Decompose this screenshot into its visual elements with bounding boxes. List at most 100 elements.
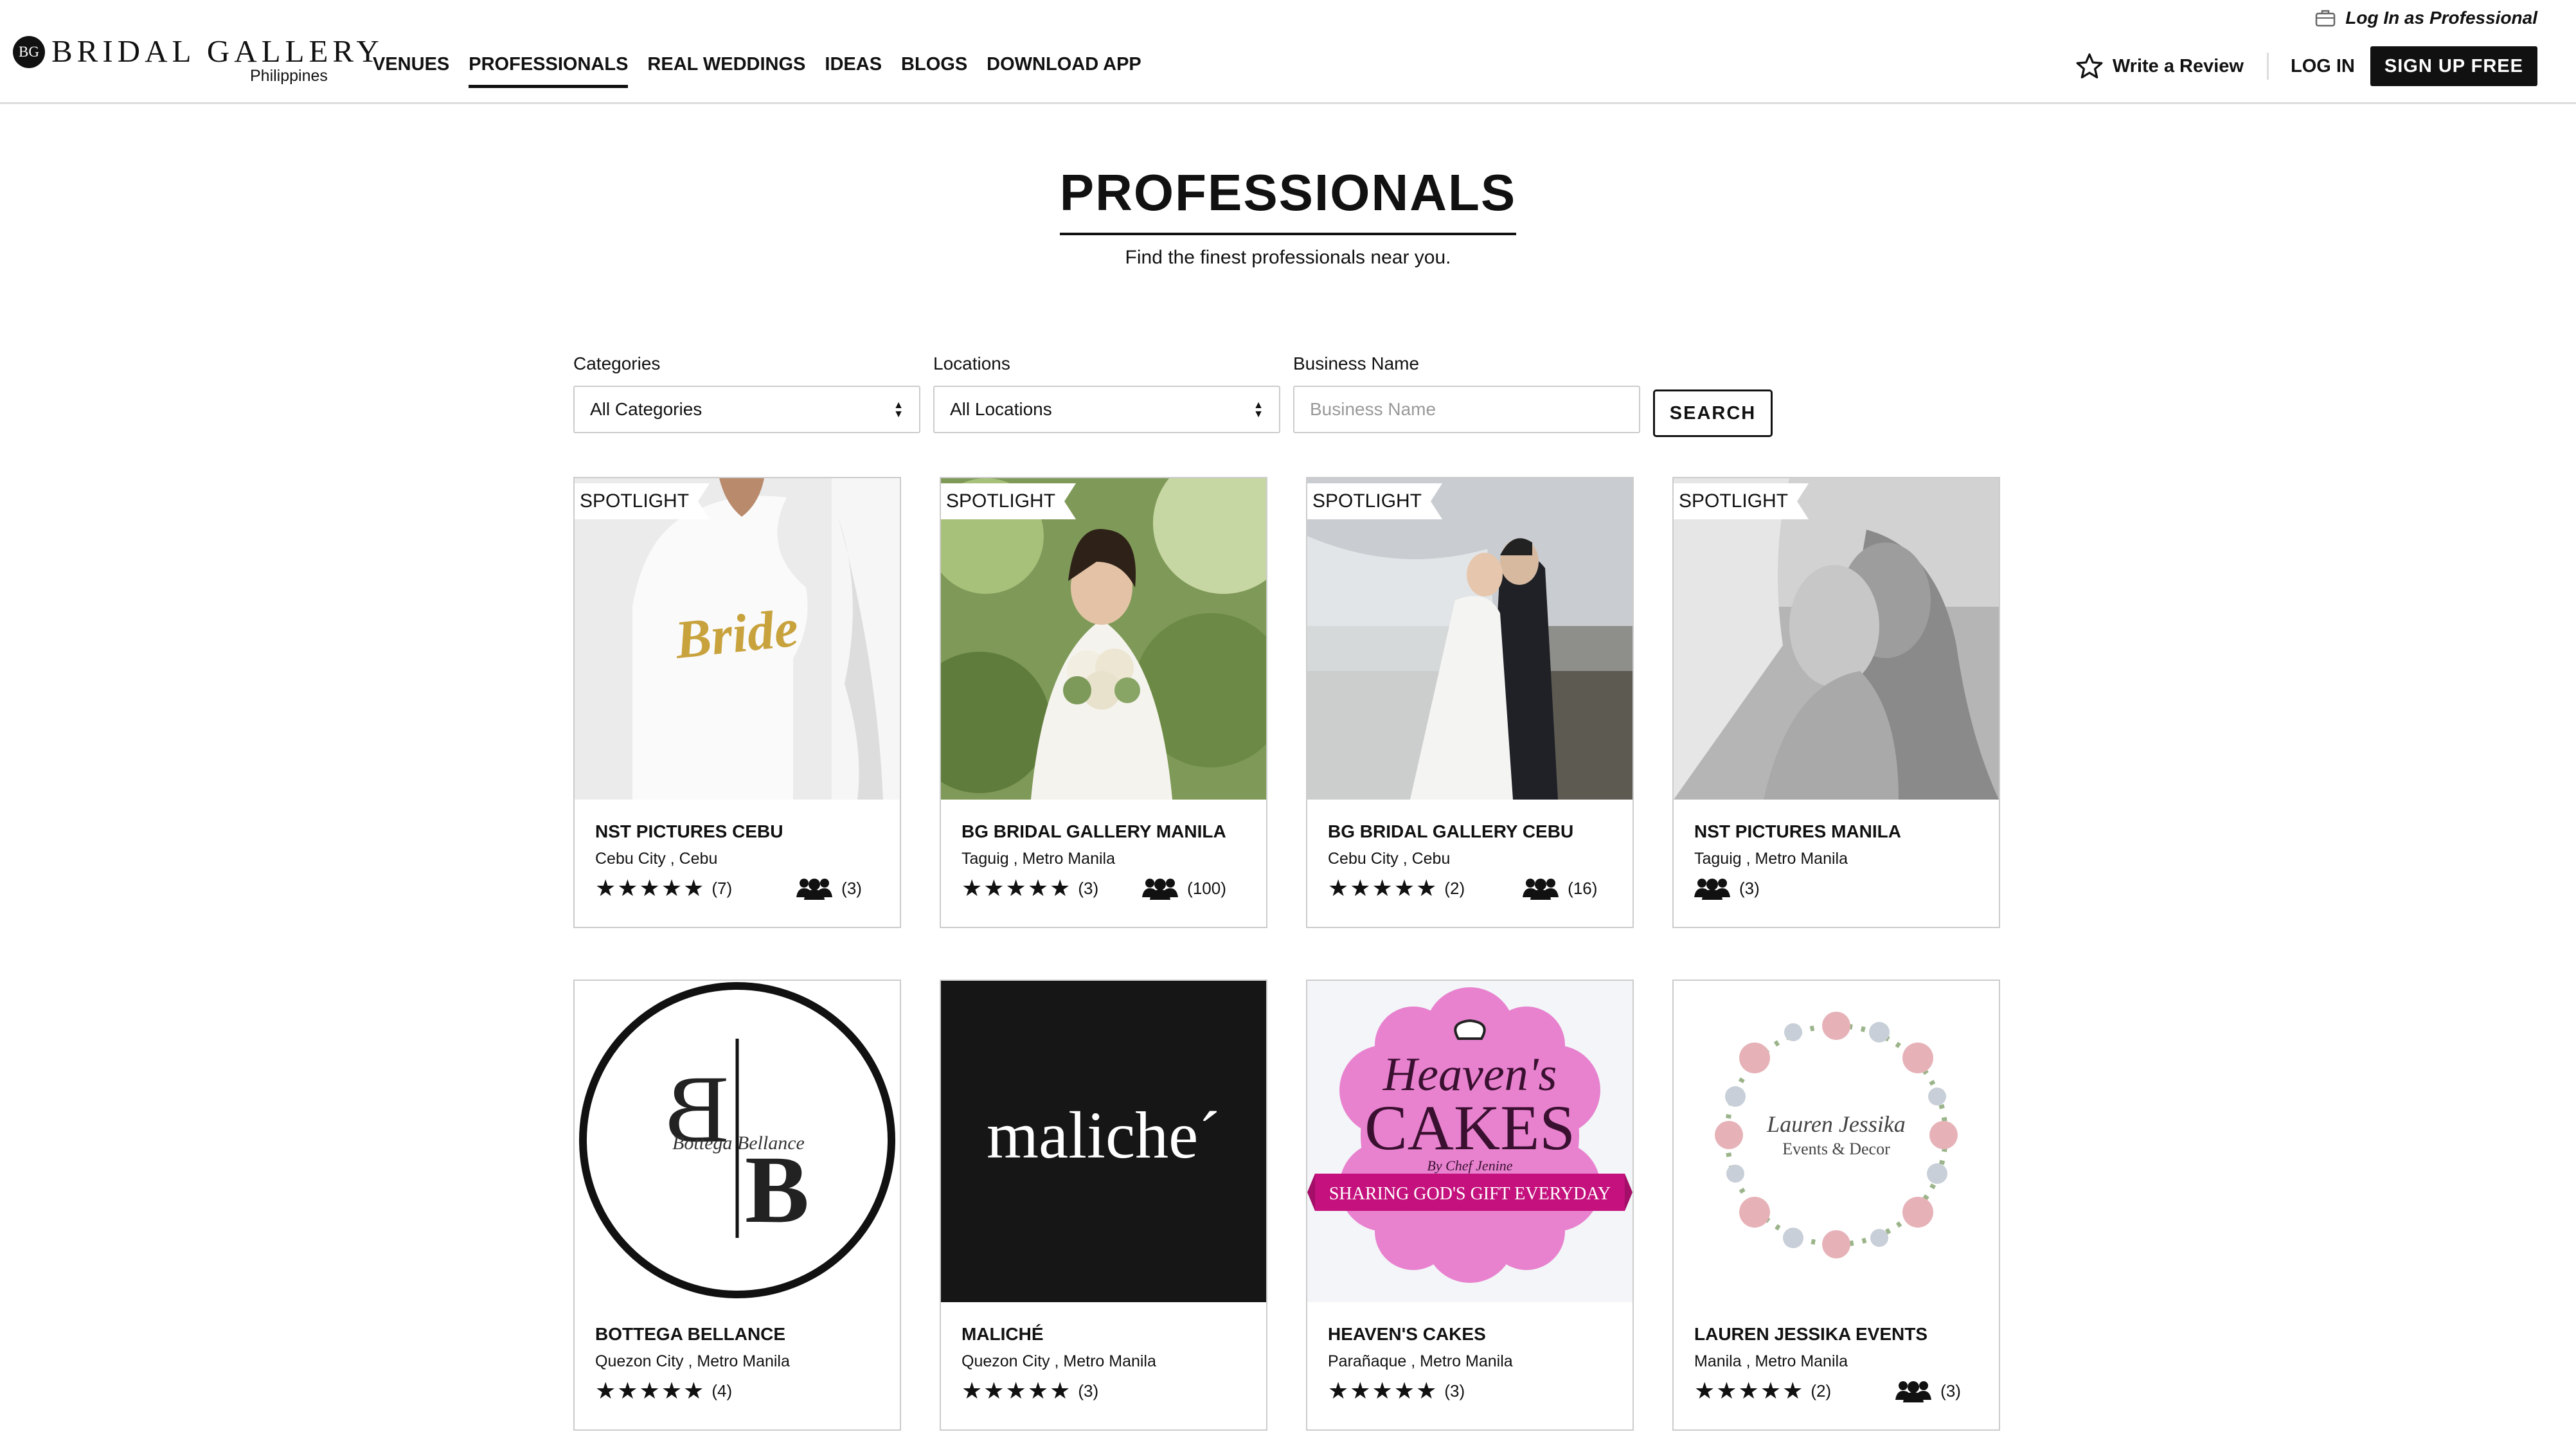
professional-stats: ★★★★★ (7) (3)	[595, 877, 878, 900]
professional-logo-image: B B Bottega Bellance	[575, 981, 900, 1302]
professional-name: MALICHÉ	[962, 1324, 1044, 1344]
professional-logo-image: maliche´	[941, 981, 1266, 1302]
log-in-button[interactable]: LOG IN	[2291, 56, 2355, 77]
categories-selected-value: All Categories	[590, 399, 702, 419]
rating-stars: ★★★★★	[595, 1377, 706, 1404]
locations-selected-value: All Locations	[950, 399, 1052, 419]
main-nav: VENUES PROFESSIONALS REAL WEDDINGS IDEAS…	[373, 50, 1161, 88]
group-count: (3)	[1895, 1379, 1961, 1402]
page-subtitle: Find the finest professionals near you.	[1125, 247, 1451, 268]
categories-filter: Categories All Categories ▲ ▼	[573, 354, 920, 433]
group-count-value: (100)	[1187, 878, 1226, 898]
write-review-link[interactable]: Write a Review	[2075, 53, 2269, 80]
review-count: (3)	[1078, 1381, 1099, 1401]
select-arrows-icon: ▲ ▼	[1253, 400, 1264, 420]
professional-logo-image: Heaven's CAKES By Chef Jenine SHARING GO…	[1307, 981, 1632, 1302]
professional-card[interactable]: Heaven's CAKES By Chef Jenine SHARING GO…	[1306, 980, 1634, 1431]
nav-professionals[interactable]: PROFESSIONALS	[469, 50, 629, 88]
professional-name: NST PICTURES MANILA	[1694, 821, 1901, 841]
locations-filter: Locations All Locations ▲ ▼	[933, 354, 1280, 433]
business-name-input[interactable]: Business Name	[1293, 386, 1640, 433]
professional-stats: ★★★★★ (2) (16)	[1328, 877, 1611, 900]
group-count: (3)	[796, 877, 862, 900]
star-outline-icon	[2076, 53, 2103, 78]
top-navigation-bar: BG BRIDAL GALLERY Philippines VENUES PRO…	[0, 0, 2576, 104]
professional-photo	[1307, 478, 1632, 800]
page-header: PROFESSIONALS Find the finest profession…	[0, 161, 2576, 269]
professional-card[interactable]: SPOTLIGHT BG BRIDAL GALLERY MANILA Tagui…	[940, 477, 1267, 928]
rating-stars: ★★★★★	[962, 875, 1072, 901]
review-count: (2)	[1811, 1381, 1832, 1401]
professional-card[interactable]: SPOTLIGHT BG BRIDAL GALLERY CEBU Cebu Ci…	[1306, 477, 1634, 928]
professional-location: Parañaque , Metro Manila	[1328, 1352, 1513, 1370]
professional-stats: (3)	[1694, 877, 1977, 900]
professional-location: Quezon City , Metro Manila	[962, 1352, 1156, 1370]
professional-stats: ★★★★★ (3)	[1328, 1379, 1611, 1402]
professional-location: Taguig , Metro Manila	[1694, 850, 1848, 868]
nav-download-app[interactable]: DOWNLOAD APP	[987, 50, 1141, 88]
rating-stars: ★★★★★	[1328, 1377, 1438, 1404]
logo-subtitle: Philippines	[250, 67, 328, 85]
log-in-as-professional-link[interactable]: Log In as Professional	[2314, 8, 2537, 28]
professional-name: NST PICTURES CEBU	[595, 821, 783, 841]
nav-ideas[interactable]: IDEAS	[825, 50, 882, 88]
review-count: (3)	[1078, 878, 1099, 898]
write-review-label: Write a Review	[2112, 55, 2244, 76]
sign-up-free-button[interactable]: SIGN UP FREE	[2370, 46, 2537, 86]
professional-stats: ★★★★★ (3)	[962, 1379, 1244, 1402]
review-count: (3)	[1444, 1381, 1465, 1401]
logo-mark: BG	[13, 36, 45, 68]
group-icon	[1523, 879, 1559, 900]
logo-script-text: Bottega Bellance	[672, 1132, 805, 1154]
categories-label: Categories	[573, 354, 661, 373]
account-nav: Write a Review LOG IN SIGN UP FREE	[2075, 46, 2537, 86]
professional-location: Taguig , Metro Manila	[962, 850, 1116, 868]
logo-text: BRIDAL GALLERY	[51, 33, 384, 69]
review-count: (2)	[1444, 878, 1465, 898]
page-title: PROFESSIONALS	[1059, 161, 1517, 235]
nav-real-weddings[interactable]: REAL WEDDINGS	[647, 50, 805, 88]
business-name-label: Business Name	[1293, 354, 1420, 373]
page: BG BRIDAL GALLERY Philippines VENUES PRO…	[0, 0, 2576, 1441]
professional-name: BG BRIDAL GALLERY CEBU	[1328, 821, 1574, 841]
professional-photo	[1674, 478, 1999, 800]
group-count: (100)	[1142, 877, 1226, 900]
rating-stars: ★★★★★	[1694, 1377, 1805, 1404]
professional-name: BOTTEGA BELLANCE	[595, 1324, 786, 1344]
professional-location: Manila , Metro Manila	[1694, 1352, 1848, 1370]
events-decor-text: Events & Decor	[1782, 1140, 1890, 1158]
group-icon	[1142, 879, 1179, 900]
nav-blogs[interactable]: BLOGS	[901, 50, 967, 88]
review-count: (4)	[711, 1381, 733, 1401]
group-count-value: (16)	[1568, 878, 1598, 898]
spotlight-ribbon: SPOTLIGHT	[941, 483, 1076, 519]
categories-select[interactable]: All Categories ▲ ▼	[573, 386, 920, 433]
log-in-as-professional-label: Log In as Professional	[2345, 8, 2537, 28]
group-icon	[1694, 879, 1730, 900]
spotlight-ribbon: SPOTLIGHT	[1674, 483, 1809, 519]
search-button[interactable]: SEARCH	[1653, 389, 1773, 437]
professional-card[interactable]: Bride SPOTLIGHT NST PICTURES CEBU Cebu C…	[573, 477, 901, 928]
briefcase-icon	[2316, 10, 2336, 27]
cakes-logo-text: CAKES	[1364, 1092, 1575, 1163]
professional-stats: ★★★★★ (4)	[595, 1379, 878, 1402]
group-icon	[1895, 1381, 1932, 1402]
rating-stars: ★★★★★	[962, 1377, 1072, 1404]
rating-stars: ★★★★★	[1328, 875, 1438, 901]
rating-stars: ★★★★★	[595, 875, 706, 901]
spotlight-ribbon: SPOTLIGHT	[1307, 483, 1442, 519]
spotlight-ribbon: SPOTLIGHT	[575, 483, 710, 519]
professional-name: BG BRIDAL GALLERY MANILA	[962, 821, 1226, 841]
group-count: (3)	[1694, 877, 1760, 900]
professional-card[interactable]: Lauren Jessika Events & Decor LAUREN JES…	[1672, 980, 2000, 1431]
nav-venues[interactable]: VENUES	[373, 50, 449, 88]
locations-select[interactable]: All Locations ▲ ▼	[933, 386, 1280, 433]
professional-stats: ★★★★★ (3) (100)	[962, 877, 1244, 900]
professional-location: Quezon City , Metro Manila	[595, 1352, 790, 1370]
professional-name: LAUREN JESSIKA EVENTS	[1694, 1324, 1928, 1344]
professional-card[interactable]: SPOTLIGHT NST PICTURES MANILA Taguig , M…	[1672, 477, 2000, 928]
lauren-logo-text: Lauren Jessika	[1766, 1111, 1906, 1137]
professional-card[interactable]: B B Bottega Bellance BOTTEGA BELLANCE Qu…	[573, 980, 901, 1431]
professional-card[interactable]: maliche´ MALICHÉ Quezon City , Metro Man…	[940, 980, 1267, 1431]
maliche-logo-text: maliche´	[987, 1098, 1221, 1172]
